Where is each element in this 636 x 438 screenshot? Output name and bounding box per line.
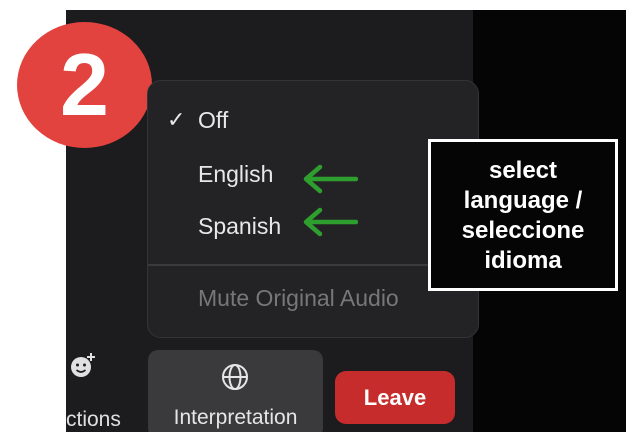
- menu-item-label: English: [198, 161, 274, 187]
- interpretation-button[interactable]: Interpretation: [148, 350, 323, 438]
- instruction-callout: select language / seleccione idioma: [428, 139, 618, 291]
- bottom-border: [0, 432, 636, 438]
- menu-item-label: Off: [198, 107, 229, 133]
- menu-item-label: Spanish: [198, 213, 282, 239]
- menu-item-label: Mute Original Audio: [198, 285, 399, 311]
- interpretation-label: Interpretation: [173, 406, 298, 429]
- arrow-left-icon: [303, 207, 358, 237]
- reactions-button[interactable]: ctions: [66, 344, 136, 438]
- arrow-left-icon: [303, 164, 358, 194]
- screenshot-stage: 2 ✓ Off English Spanish Mute Original Au…: [0, 0, 636, 438]
- leave-button[interactable]: Leave: [335, 371, 455, 424]
- reactions-label: ctions: [66, 408, 121, 431]
- menu-item-off[interactable]: ✓ Off: [148, 100, 468, 140]
- menu-item-mute-original-audio[interactable]: Mute Original Audio: [148, 278, 468, 318]
- callout-text: select language / seleccione idioma: [461, 157, 585, 274]
- checkmark-icon: ✓: [167, 107, 186, 132]
- step-number-badge: 2: [17, 22, 152, 148]
- smiley-plus-icon: [71, 353, 95, 377]
- globe-icon: [222, 364, 248, 390]
